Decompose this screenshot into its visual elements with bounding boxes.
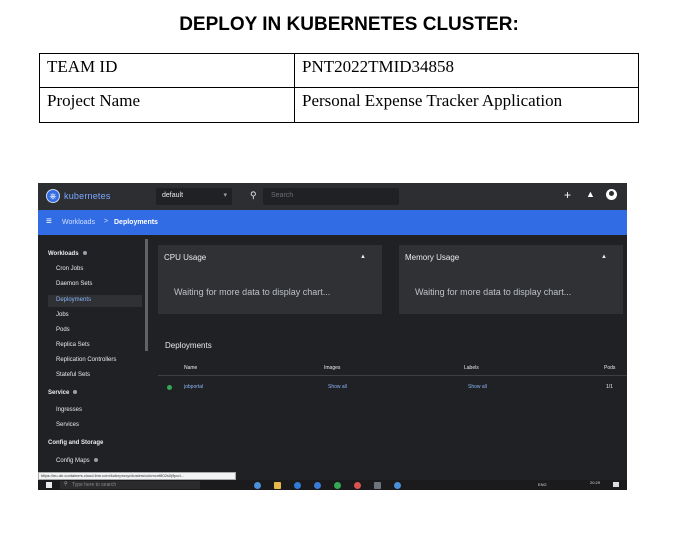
table-divider — [158, 375, 627, 376]
column-header-images: Images — [324, 365, 341, 371]
taskbar-search-placeholder: Type here to search — [72, 482, 117, 488]
sidebar-item-jobs[interactable]: Jobs — [56, 312, 69, 318]
taskbar-app-icon[interactable] — [354, 482, 361, 489]
sidebar-item-replication-controllers[interactable]: Replication Controllers — [56, 357, 116, 363]
status-url: https://eu-de.containers.cloud.ibm.com/k… — [41, 473, 184, 478]
info-table: TEAM ID PNT2022TMID34858 Project Name Pe… — [39, 53, 639, 123]
breadcrumb-current: Deployments — [114, 219, 158, 226]
sidebar-header-label: Workloads — [48, 251, 79, 257]
sidebar-item-deployments[interactable]: Deployments — [56, 297, 91, 303]
cpu-usage-card: CPU Usage ▲ Waiting for more data to dis… — [158, 245, 382, 314]
dashboard-screenshot: ⎈ kubernetes default ▾ ⚲ Search + ▲ ≡ Wo… — [38, 183, 627, 490]
search-icon[interactable]: ⚲ — [250, 190, 257, 201]
sidebar-header-label: Service — [48, 390, 70, 396]
taskbar-app-icon[interactable] — [394, 482, 401, 489]
taskbar-app-icon[interactable] — [374, 482, 381, 489]
collapse-icon[interactable]: ▲ — [360, 254, 366, 260]
file-explorer-icon[interactable] — [274, 482, 281, 489]
project-name-label: Project Name — [39, 87, 295, 123]
memory-usage-card: Memory Usage ▲ Waiting for more data to … — [399, 245, 623, 314]
pods-count: 1/1 — [606, 384, 613, 390]
sidebar-item-pods[interactable]: Pods — [56, 327, 70, 333]
system-clock[interactable]: 20:29 — [590, 480, 600, 485]
menu-icon[interactable]: ≡ — [46, 216, 52, 227]
memory-usage-message: Waiting for more data to display chart..… — [415, 287, 572, 297]
kubernetes-logo-icon: ⎈ — [46, 189, 60, 203]
column-header-pods: Pods — [604, 365, 616, 371]
info-dot-icon — [73, 390, 78, 395]
images-show-all-link[interactable]: Show all — [328, 384, 347, 390]
create-plus-icon[interactable]: + — [564, 188, 571, 202]
sidebar-scrollbar[interactable] — [145, 239, 148, 351]
deployments-title: Deployments — [165, 341, 212, 350]
account-icon[interactable] — [606, 189, 617, 200]
bell-icon[interactable]: ▲ — [586, 189, 595, 199]
table-row: Project Name Personal Expense Tracker Ap… — [39, 87, 639, 123]
windows-taskbar: ⚲ Type here to search ENG 20:29 — [38, 480, 627, 490]
caret-down-icon: ▾ — [223, 192, 227, 199]
search-placeholder: Search — [271, 192, 294, 199]
status-url-bar: https://eu-de.containers.cloud.ibm.com/k… — [38, 472, 236, 480]
sidebar: Workloads Cron Jobs Daemon Sets Deployme… — [38, 235, 144, 478]
collapse-icon[interactable]: ▲ — [601, 254, 607, 260]
memory-usage-title: Memory Usage — [405, 253, 460, 262]
info-dot-icon — [82, 251, 87, 256]
sidebar-item-stateful-sets[interactable]: Stateful Sets — [56, 372, 90, 378]
column-header-labels: Labels — [464, 365, 479, 371]
info-dot-icon — [93, 458, 98, 463]
cpu-usage-title: CPU Usage — [164, 253, 207, 262]
edge-browser-icon[interactable] — [294, 482, 301, 489]
breadcrumb-bar: ≡ Workloads > Deployments — [38, 210, 627, 235]
brand-name: kubernetes — [64, 191, 111, 201]
labels-show-all-link[interactable]: Show all — [468, 384, 487, 390]
sidebar-item-config-maps[interactable]: Config Maps — [56, 458, 98, 464]
search-input[interactable]: Search — [263, 188, 399, 205]
namespace-select[interactable]: default ▾ — [156, 188, 232, 205]
status-running-icon — [167, 385, 172, 390]
team-id-label: TEAM ID — [39, 53, 295, 88]
sidebar-item-ingresses[interactable]: Ingresses — [56, 407, 82, 413]
taskbar-search-input[interactable]: ⚲ Type here to search — [60, 481, 200, 489]
sidebar-header-workloads[interactable]: Workloads — [48, 251, 87, 257]
cpu-usage-message: Waiting for more data to display chart..… — [174, 287, 331, 297]
page-heading: DEPLOY IN KUBERNETES CLUSTER: — [179, 14, 519, 35]
team-id-value: PNT2022TMID34858 — [294, 53, 639, 88]
chrome-icon[interactable] — [334, 482, 341, 489]
sidebar-item-services[interactable]: Services — [56, 422, 79, 428]
project-name-value: Personal Expense Tracker Application — [294, 87, 639, 123]
sidebar-item-replica-sets[interactable]: Replica Sets — [56, 342, 90, 348]
table-row: TEAM ID PNT2022TMID34858 — [39, 53, 639, 88]
deployment-name-link[interactable]: jobportal — [184, 384, 203, 390]
system-tray-language[interactable]: ENG — [538, 482, 547, 487]
sidebar-item-cron-jobs[interactable]: Cron Jobs — [56, 266, 83, 272]
sidebar-item-daemon-sets[interactable]: Daemon Sets — [56, 281, 92, 287]
top-bar: ⎈ kubernetes default ▾ ⚲ Search + ▲ — [38, 183, 627, 210]
sidebar-header-config-storage[interactable]: Config and Storage — [48, 440, 103, 446]
search-icon: ⚲ — [64, 481, 68, 487]
sidebar-header-service[interactable]: Service — [48, 390, 78, 396]
notification-icon[interactable] — [613, 482, 619, 487]
column-header-name[interactable]: Name — [184, 365, 197, 371]
taskbar-app-icon[interactable] — [254, 482, 261, 489]
windows-start-icon[interactable] — [46, 482, 52, 488]
breadcrumb-separator: > — [104, 218, 109, 225]
breadcrumb-workloads[interactable]: Workloads — [62, 219, 95, 226]
sidebar-item-label: Config Maps — [56, 458, 90, 464]
namespace-value: default — [162, 192, 184, 199]
taskbar-app-icon[interactable] — [314, 482, 321, 489]
